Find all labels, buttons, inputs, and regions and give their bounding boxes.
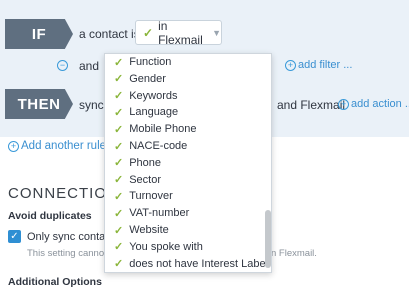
check-icon: ✓ <box>114 140 124 153</box>
check-icon: ✓ <box>114 207 124 220</box>
check-icon: ✓ <box>114 224 124 237</box>
setting-hint-end: n Flexmail. <box>271 248 317 259</box>
scrollbar-thumb[interactable] <box>265 210 271 268</box>
if-tag: IF <box>5 19 73 49</box>
dropdown-item[interactable]: ✓ VAT-number <box>114 205 189 221</box>
check-icon: ✓ <box>143 25 154 40</box>
plus-icon[interactable]: + <box>338 99 349 110</box>
setting-hint: This setting canno <box>27 248 105 259</box>
dropdown-item[interactable]: ✓ Turnover <box>114 188 173 204</box>
condition-value: in Flexmail <box>158 18 203 47</box>
then-tag: THEN <box>5 89 73 119</box>
check-icon: ✓ <box>114 190 124 203</box>
check-icon: ✓ <box>114 174 124 187</box>
dropdown-item[interactable]: ✓ You spoke with <box>114 239 203 255</box>
condition-select[interactable]: ✓ in Flexmail ▼ <box>135 18 222 47</box>
check-icon: ✓ <box>114 106 124 119</box>
dropdown-item[interactable]: ✓ Function <box>114 54 171 70</box>
check-icon: ✓ <box>114 157 124 170</box>
check-icon: ✓ <box>114 90 124 103</box>
dropdown-item[interactable]: ✓ does not have Interest Label <box>114 256 268 272</box>
add-filter-link[interactable]: add filter ... <box>298 59 352 71</box>
check-icon: ✓ <box>114 56 124 69</box>
plus-icon[interactable]: + <box>285 60 296 71</box>
check-icon: ✓ <box>114 258 124 271</box>
dropdown-item[interactable]: ✓ Mobile Phone <box>114 121 197 137</box>
plus-icon[interactable]: + <box>8 141 19 152</box>
dropdown-item[interactable]: ✓ NACE-code <box>114 138 187 154</box>
checkbox-label: Only sync contac <box>27 231 111 243</box>
dropdown-menu[interactable]: ✓ Function ✓ Gender ✓ Keywords ✓ Language ✓ M… <box>104 53 272 273</box>
additional-options-heading: Additional Options <box>8 276 102 288</box>
chevron-down-icon: ▼ <box>212 27 221 38</box>
dropdown-item[interactable]: ✓ Language <box>114 104 178 120</box>
remove-icon[interactable]: − <box>57 60 68 71</box>
and-label: and <box>79 59 100 73</box>
dropdown-item[interactable]: ✓ Sector <box>114 172 161 188</box>
section-title: CONNECTION <box>8 185 119 202</box>
action-suffix: and Flexmail <box>277 98 346 112</box>
avoid-duplicates-heading: Avoid duplicates <box>8 210 92 222</box>
dropdown-item[interactable]: ✓ Phone <box>114 155 161 171</box>
condition-prefix: a contact is <box>79 27 140 41</box>
add-rule-link[interactable]: Add another rule . <box>21 140 112 152</box>
only-sync-checkbox[interactable]: ✓ <box>8 230 21 243</box>
add-action-link[interactable]: add action ... <box>351 98 409 110</box>
check-icon: ✓ <box>114 241 124 254</box>
dropdown-item[interactable]: ✓ Keywords <box>114 88 178 104</box>
check-icon: ✓ <box>114 123 124 136</box>
dropdown-item[interactable]: ✓ Gender <box>114 71 166 87</box>
dropdown-item[interactable]: ✓ Website <box>114 222 169 238</box>
check-icon: ✓ <box>114 73 124 86</box>
